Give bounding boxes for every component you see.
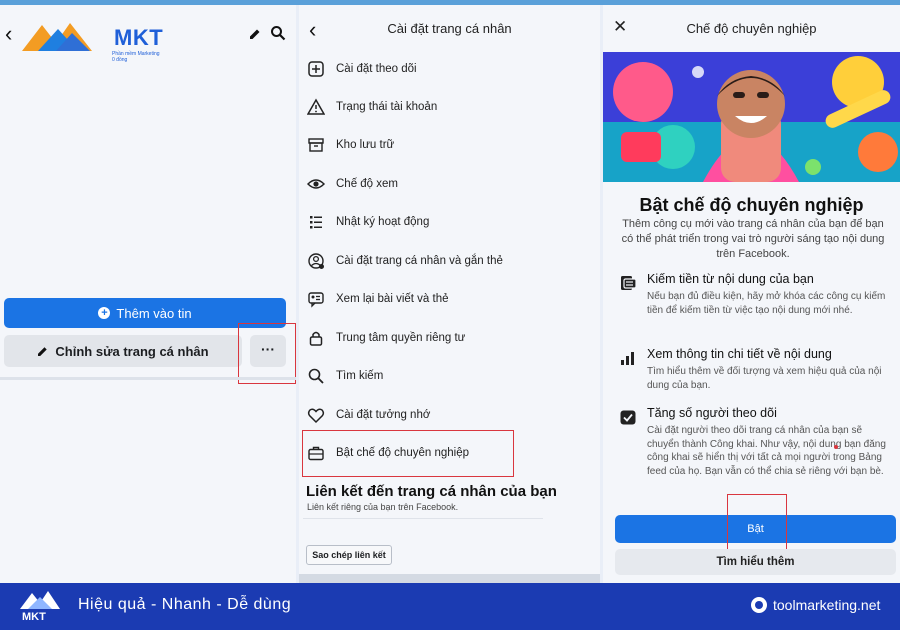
menu-label: Cài đặt tưởng nhớ: [336, 409, 431, 421]
profile-tag-icon: [305, 250, 327, 272]
feature-insights: Xem thông tin chi tiết về nội dung Tìm h…: [617, 347, 897, 397]
search-icon: [305, 365, 327, 387]
page-title: Cài đặt trang cá nhân: [387, 21, 512, 36]
follow-settings-icon: [305, 58, 327, 80]
edit-profile-button[interactable]: Chỉnh sửa trang cá nhân: [4, 335, 242, 367]
menu-label: Trạng thái tài khoản: [336, 101, 438, 113]
menu-item-view-as[interactable]: Chế độ xem: [305, 169, 595, 199]
divider: [0, 377, 296, 380]
profile-settings-panel: ‹ Cài đặt trang cá nhân Cài đặt theo dõi…: [299, 5, 600, 583]
eye-icon: [305, 173, 327, 195]
creator-banner-image: [603, 52, 900, 182]
feature-monetize: Kiếm tiền từ nội dung của bạn Nếu bạn đủ…: [617, 272, 897, 342]
footer-slogan: Hiệu quả - Nhanh - Dễ dùng: [78, 596, 292, 613]
menu-label: Nhật ký hoạt động: [336, 216, 430, 228]
professional-heading: Bật chế độ chuyên nghiệp: [639, 195, 864, 215]
menu-label: Cài đặt theo dõi: [336, 63, 417, 75]
feature-description: Cài đặt người theo dõi trang cá nhân của…: [647, 425, 886, 477]
menu-item-follow-settings[interactable]: Cài đặt theo dõi: [305, 54, 595, 84]
professional-mode-panel: ✕ Chế độ chuyên nghiệp Bật chế độ chuyên…: [603, 5, 900, 583]
followers-icon: [619, 408, 637, 426]
scroll-bottom-bar: [299, 574, 600, 583]
learn-more-button[interactable]: Tìm hiểu thêm: [615, 549, 896, 575]
menu-item-review-posts[interactable]: Xem lại bài viết và thẻ: [305, 284, 595, 314]
highlight-box-turn-on: [727, 494, 787, 552]
professional-description: Thêm công cụ mới vào trang cá nhân của b…: [621, 218, 885, 260]
menu-item-account-status[interactable]: Trạng thái tài khoản: [305, 92, 595, 122]
archive-icon: [305, 134, 327, 156]
profile-panel: ‹ MKT Phần mềm Marketing 0 đồng + Thêm v…: [0, 5, 296, 583]
mkt-logo: MKT Phần mềm Marketing 0 đồng: [20, 19, 164, 63]
feature-description: Nếu bạn đủ điều kiện, hãy mở khóa các cô…: [647, 291, 886, 316]
feature-title: Xem thông tin chi tiết về nội dung: [647, 347, 832, 361]
menu-label: Trung tâm quyền riêng tư: [336, 332, 466, 344]
money-icon: [619, 274, 637, 292]
heart-icon: [305, 404, 327, 426]
menu-item-activity-log[interactable]: Nhật ký hoạt động: [305, 207, 595, 237]
logo-tagline: Phần mềm Marketing 0 đồng: [112, 51, 160, 63]
lock-icon: [305, 327, 327, 349]
footer-logo-text: MKT: [22, 611, 46, 623]
mkt-mountain-icon: [22, 23, 92, 51]
divider: [303, 518, 543, 519]
feature-description: Tìm hiểu thêm về đối tượng và xem hiệu q…: [647, 366, 882, 391]
bar-chart-icon: [619, 349, 637, 367]
activity-log-icon: [305, 211, 327, 233]
profile-link-title: Liên kết đến trang cá nhân của bạn: [306, 483, 557, 500]
search-icon[interactable]: [270, 25, 286, 46]
highlight-box-more: [238, 323, 296, 384]
footer-banner: MKT Hiệu quả - Nhanh - Dễ dùng toolmarke…: [0, 583, 900, 630]
footer-website[interactable]: toolmarketing.net: [751, 597, 880, 613]
warning-icon: [305, 96, 327, 118]
menu-item-privacy-center[interactable]: Trung tâm quyền riêng tư: [305, 323, 595, 353]
menu-label: Kho lưu trữ: [336, 139, 395, 151]
red-marker-dot: [834, 445, 838, 449]
feature-followers: Tăng số người theo dõi Cài đặt người the…: [617, 406, 897, 506]
copy-link-button[interactable]: Sao chép liên kết: [306, 545, 392, 565]
menu-label: Tìm kiếm: [336, 370, 384, 382]
plus-icon: +: [98, 307, 111, 319]
footer-website-text: toolmarketing.net: [773, 597, 881, 613]
page-title: Chế độ chuyên nghiệp: [686, 21, 817, 36]
menu-label: Cài đặt trang cá nhân và gắn thẻ: [336, 255, 503, 267]
pencil-icon[interactable]: [248, 27, 262, 46]
globe-icon: [751, 597, 767, 613]
profile-header: ‹ MKT Phần mềm Marketing 0 đồng: [0, 15, 296, 63]
menu-label: Xem lại bài viết và thẻ: [336, 293, 449, 305]
profile-link-subtitle: Liên kết riêng của bạn trên Facebook.: [307, 502, 459, 512]
edit-profile-label: Chỉnh sửa trang cá nhân: [55, 343, 209, 359]
menu-item-archive[interactable]: Kho lưu trữ: [305, 130, 595, 160]
menu-item-search[interactable]: Tìm kiếm: [305, 361, 595, 391]
feature-title: Tăng số người theo dõi: [647, 406, 777, 420]
menu-item-memorialization[interactable]: Cài đặt tưởng nhớ: [305, 400, 595, 430]
review-posts-icon: [305, 288, 327, 310]
footer-logo: MKT: [16, 587, 64, 627]
menu-label: Chế độ xem: [336, 178, 399, 190]
pencil-icon: [38, 347, 48, 356]
feature-title: Kiếm tiền từ nội dung của bạn: [647, 272, 814, 286]
logo-text: MKT: [114, 25, 164, 50]
highlight-box-professional-mode: [302, 430, 514, 477]
add-to-story-label: Thêm vào tin: [116, 305, 192, 321]
menu-item-profile-tagging[interactable]: Cài đặt trang cá nhân và gắn thẻ: [305, 246, 595, 276]
back-arrow-icon[interactable]: ‹: [5, 21, 12, 47]
